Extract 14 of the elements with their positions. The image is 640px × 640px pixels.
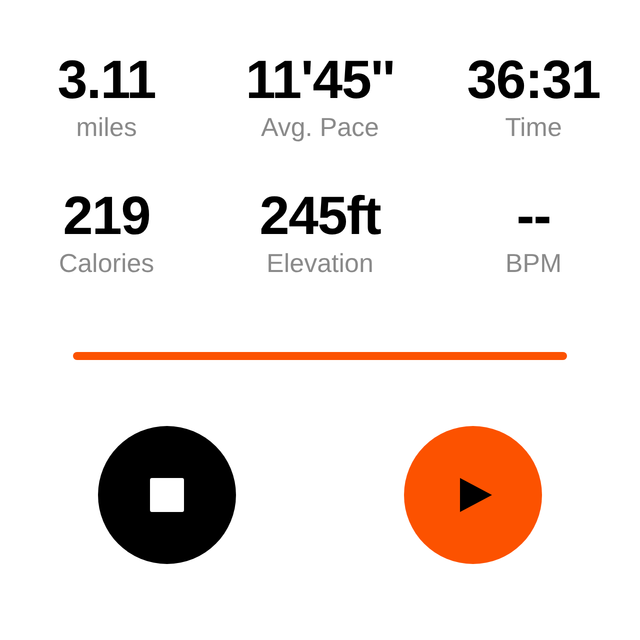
stat-label: Elevation	[266, 248, 374, 278]
stat-value: 11'45''	[246, 50, 394, 110]
play-icon	[460, 478, 492, 512]
stop-icon	[150, 478, 184, 512]
stat-label: Time	[505, 112, 562, 142]
stat-label: BPM	[505, 248, 562, 278]
stat-label: miles	[76, 112, 137, 142]
stat-value: 219	[62, 186, 150, 246]
stat-label: Calories	[58, 248, 154, 278]
stat-value: --	[516, 186, 550, 246]
stat-label: Avg. Pace	[260, 112, 380, 142]
stat-value: 245ft	[259, 186, 381, 246]
stat-value: 36:31	[466, 50, 600, 110]
stat-value: 3.11	[57, 50, 156, 110]
